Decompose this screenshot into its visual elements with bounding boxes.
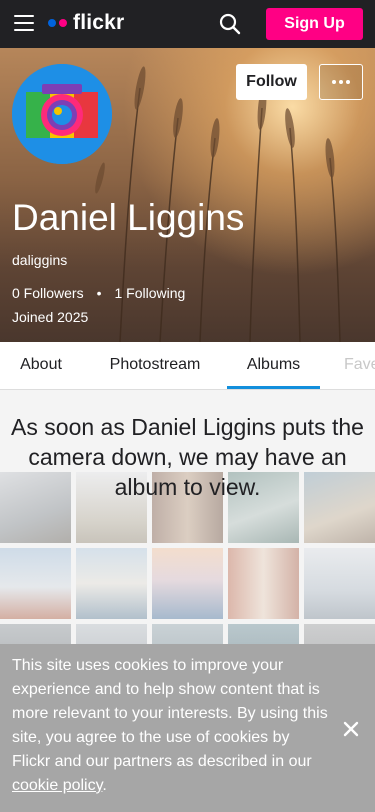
grid-photo [228,548,299,619]
cookie-banner: This site uses cookies to improve your e… [0,644,375,812]
sign-up-button[interactable]: Sign Up [266,8,363,40]
cookie-trailing: . [102,777,107,794]
profile-username: daliggins [12,252,68,268]
followers-link[interactable]: 0 Followers [12,285,84,301]
grid-photo [304,548,375,619]
empty-albums-message: As soon as Daniel Liggins puts the camer… [11,414,364,500]
following-link[interactable]: 1 Following [115,285,186,301]
joined-date: Joined 2025 [12,309,89,325]
cookie-text: This site uses cookies to improve your e… [12,654,332,798]
menu-icon[interactable] [14,15,34,33]
cookie-message: This site uses cookies to improve your e… [12,657,328,770]
profile-name: Daniel Liggins [12,197,245,238]
avatar[interactable] [12,64,112,164]
cookie-policy-link[interactable]: cookie policy [12,777,102,794]
profile-cover: Follow Daniel Liggins daliggins 0 Follow… [0,48,375,342]
camera-avatar-icon [12,64,112,164]
grid-photo [152,548,223,619]
tab-faves[interactable]: Faves [344,342,375,389]
grid-photo [76,548,147,619]
search-icon[interactable] [219,13,241,35]
stats-separator: • [96,285,102,301]
grid-photo [0,548,71,619]
tab-photostream[interactable]: Photostream [106,342,204,389]
more-options-button[interactable] [319,64,363,100]
logo-text: flickr [73,11,125,34]
tab-albums[interactable]: Albums [227,342,320,389]
follow-button[interactable]: Follow [236,64,307,100]
logo-blue-dot [48,19,56,27]
logo-pink-dot [59,19,67,27]
tab-about[interactable]: About [12,342,70,389]
more-dots-icon [332,80,336,84]
top-bar: flickr Sign Up [0,0,375,48]
profile-tabs: About Photostream Albums Faves [0,342,375,390]
flickr-logo[interactable]: flickr [48,11,124,35]
follow-stats: 0 Followers • 1 Following [12,285,185,301]
close-icon[interactable] [340,718,362,740]
